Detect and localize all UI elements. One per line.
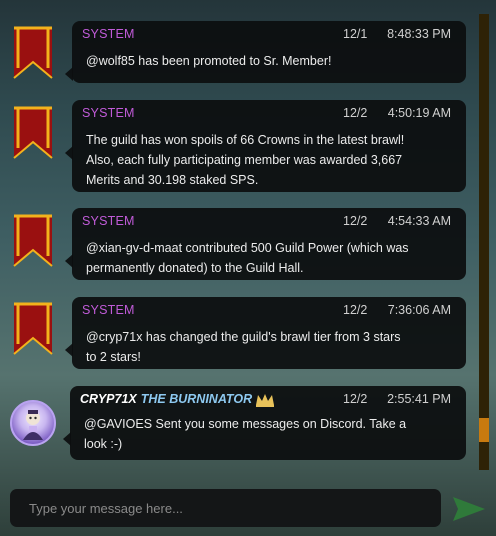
message-line: @GAVIOES Sent you some messages on Disco…	[84, 417, 407, 431]
message-text: @wolf85 has been promoted to Sr. Member!	[86, 51, 452, 71]
message-bubble: SYSTEM 12/2 7:36:06 AM @cryp71x has chan…	[65, 297, 466, 369]
sender-name[interactable]: SYSTEM	[82, 214, 135, 228]
message-date: 12/2	[343, 214, 368, 228]
message-bubble: SYSTEM 12/1 8:48:33 PM @wolf85 has been …	[65, 21, 466, 83]
message-text: @xian-gv-d-maat contributed 500 Guild Po…	[86, 238, 452, 278]
sender-name[interactable]: SYSTEM	[82, 106, 135, 120]
message-date: 12/2	[343, 392, 368, 406]
scrollbar-thumb[interactable]	[479, 418, 489, 442]
sender-username[interactable]: CRYP71X	[80, 392, 137, 406]
guild-banner-icon	[12, 26, 54, 80]
message-line: Merits and 30.198 staked SPS.	[86, 173, 259, 187]
message-line: @wolf85 has been promoted to Sr. Member!	[86, 54, 332, 68]
message-date: 12/2	[343, 106, 368, 120]
send-arrow-icon	[453, 497, 485, 521]
message-line: look :-)	[84, 437, 123, 451]
sender-title: THE BURNINATOR	[140, 392, 253, 406]
message-input[interactable]	[10, 489, 441, 527]
scrollbar-track[interactable]	[479, 14, 489, 470]
message-date: 12/2	[343, 303, 368, 317]
message-bubble: SYSTEM 12/2 4:50:19 AM The guild has won…	[65, 100, 466, 192]
sender-name[interactable]: SYSTEM	[82, 303, 135, 317]
message-time: 2:55:41 PM	[387, 392, 451, 406]
message-text: @cryp71x has changed the guild's brawl t…	[86, 327, 452, 367]
message-line: @xian-gv-d-maat contributed 500 Guild Po…	[86, 241, 409, 255]
message-time: 4:50:19 AM	[387, 106, 451, 120]
message-line: Also, each fully participating member wa…	[86, 153, 403, 167]
message-time: 8:48:33 PM	[387, 27, 451, 41]
message-text: The guild has won spoils of 66 Crowns in…	[86, 130, 452, 190]
message-bubble: SYSTEM 12/2 4:54:33 AM @xian-gv-d-maat c…	[65, 208, 466, 280]
message-line: The guild has won spoils of 66 Crowns in…	[86, 133, 405, 147]
sender-name[interactable]: SYSTEM	[82, 27, 135, 41]
chat-message-list[interactable]: SYSTEM 12/1 8:48:33 PM @wolf85 has been …	[0, 0, 478, 472]
message-date: 12/1	[343, 27, 368, 41]
message-time: 4:54:33 AM	[387, 214, 451, 228]
message-text: @GAVIOES Sent you some messages on Disco…	[84, 414, 450, 454]
message-line: permanently donated) to the Guild Hall.	[86, 261, 304, 275]
guild-banner-icon	[12, 214, 54, 268]
message-bubble: CRYP71X THE BURNINATOR 12/2 2:55:41 PM @G…	[63, 386, 466, 460]
crown-icon	[254, 392, 276, 413]
message-time: 7:36:06 AM	[387, 303, 451, 317]
send-button[interactable]	[451, 495, 487, 523]
guild-banner-icon	[12, 106, 54, 160]
message-line: to 2 stars!	[86, 350, 141, 364]
message-line: @cryp71x has changed the guild's brawl t…	[86, 330, 401, 344]
sender-name[interactable]: CRYP71X THE BURNINATOR	[80, 392, 252, 406]
guild-banner-icon	[12, 302, 54, 356]
user-avatar[interactable]	[10, 400, 56, 446]
